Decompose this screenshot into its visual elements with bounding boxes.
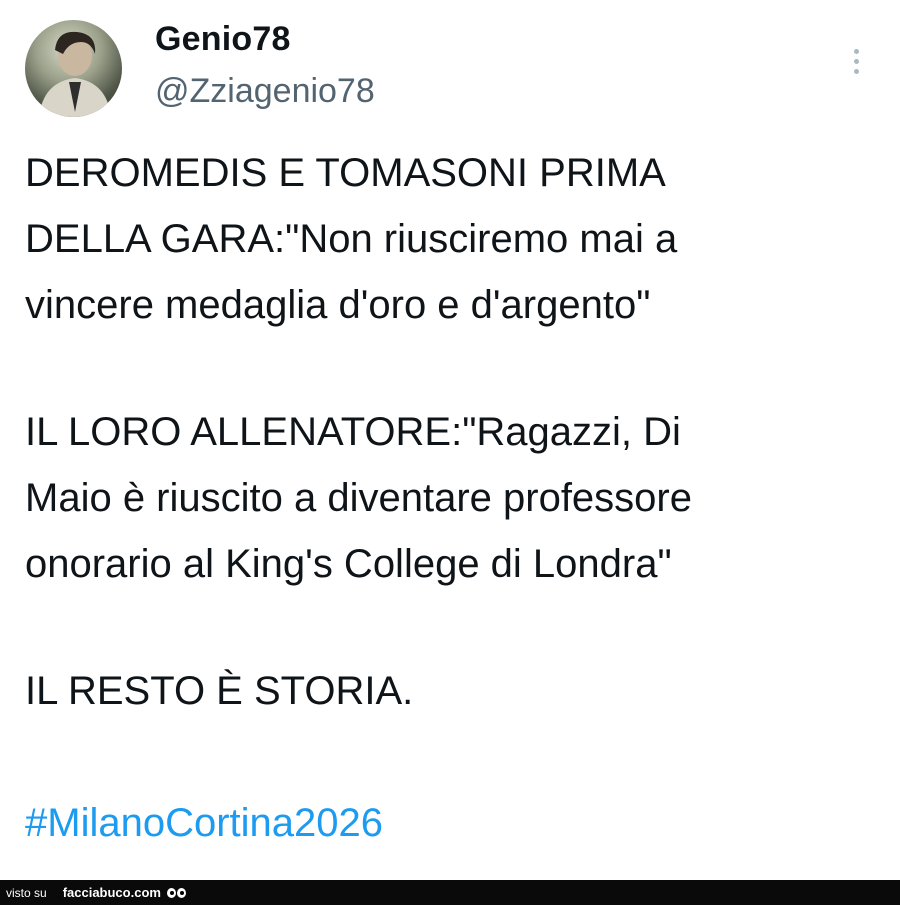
vertical-ellipsis-icon-dot [853,58,859,64]
eye-right [176,887,186,898]
tweet-line: vincere medaglia d'oro e d'argento" [25,283,651,327]
tweet-card: Genio78 @Zziagenio78 DEROMEDIS E TOMASON… [0,0,900,880]
user-handle[interactable]: @Zziagenio78 [155,72,375,111]
watermark-footer: visto su facciabuco.com [0,880,900,905]
tweet-line: onorario al King's College di Londra" [25,542,672,586]
eye-left [166,887,176,898]
vertical-ellipsis-icon [853,48,859,54]
eyes-icon [166,887,186,898]
tweet-paragraph-1: DEROMEDIS E TOMASONI PRIMA DELLA GARA:"N… [25,140,677,338]
vertical-ellipsis-icon-dot [853,68,859,74]
avatar[interactable] [25,20,122,117]
avatar-photo [39,31,111,117]
tweet-line: Maio è riuscito a diventare professore [25,476,692,520]
tweet-line: DEROMEDIS E TOMASONI PRIMA [25,151,666,195]
display-name[interactable]: Genio78 [155,20,291,59]
hashtag-link[interactable]: #MilanoCortina2026 [25,790,383,856]
tweet-line: IL LORO ALLENATORE:"Ragazzi, Di [25,410,681,454]
tweet-line: DELLA GARA:"Non riusciremo mai a [25,217,678,261]
tweet-line: IL RESTO È STORIA. [25,669,414,713]
footer-visto-su: visto su [6,885,47,900]
more-options-button[interactable] [838,38,874,84]
footer-site-name[interactable]: facciabuco.com [63,885,161,900]
tweet-paragraph-3: IL RESTO È STORIA. [25,658,413,724]
tweet-paragraph-2: IL LORO ALLENATORE:"Ragazzi, Di Maio è r… [25,399,692,597]
